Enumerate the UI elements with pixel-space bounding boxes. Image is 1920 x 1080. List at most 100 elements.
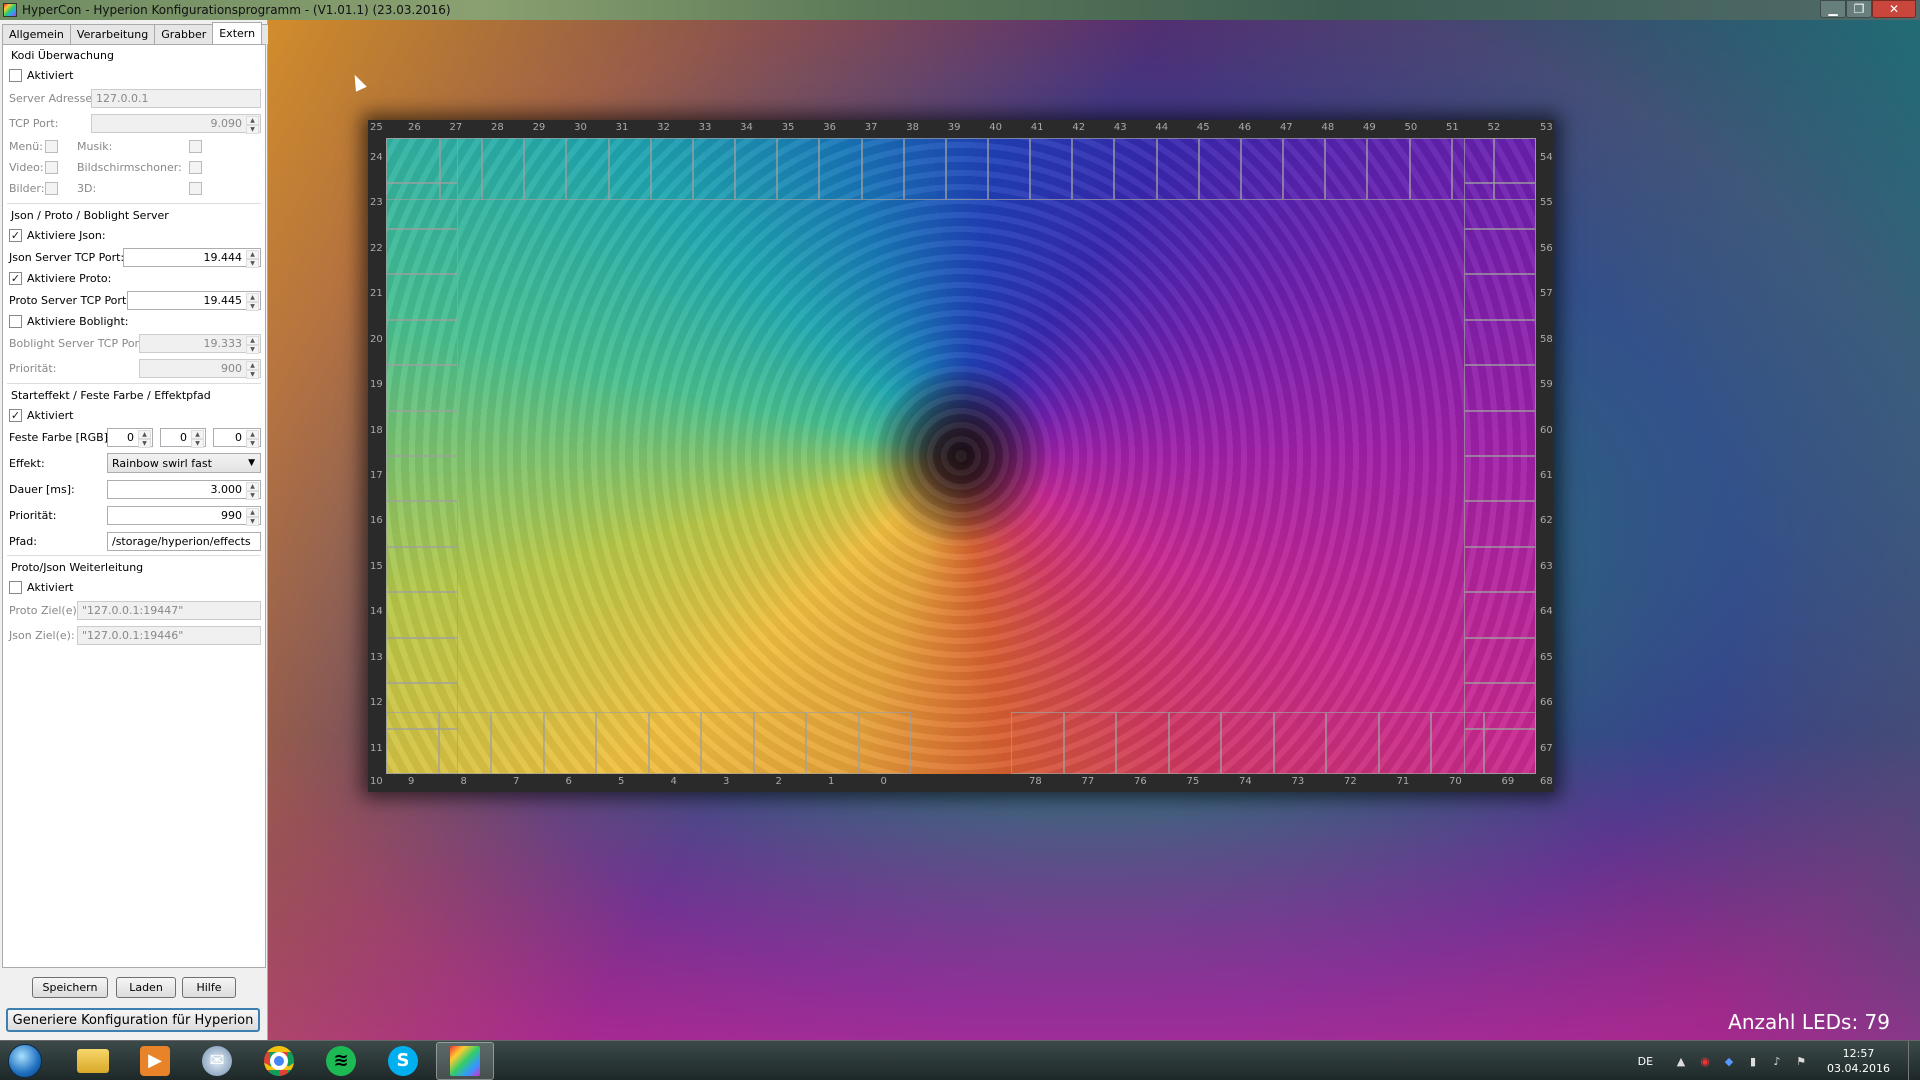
clock[interactable]: 12:57 03.04.2016 [1827,1046,1890,1076]
maximize-button[interactable]: ❐ [1846,0,1872,18]
led-zone [1464,365,1536,411]
minimize-button[interactable]: ▁ [1820,0,1846,18]
tab-allgemein[interactable]: Allgemein [2,24,71,44]
load-button[interactable]: Laden [116,977,176,998]
proto-port-input[interactable]: 19.445 ▲ ▼ [127,291,261,311]
duration-spinner[interactable]: ▲ ▼ [246,482,259,500]
json-port-input[interactable]: 19.444 ▲ ▼ [123,248,261,268]
volume-icon[interactable]: ♪ [1769,1053,1785,1069]
show-hidden-icons-icon[interactable]: ▲ [1673,1053,1689,1069]
color-g-input[interactable]: 0 ▲ ▼ [160,428,206,448]
forward-enabled-checkbox[interactable] [9,580,22,594]
led-corner-label: 10 [370,776,383,787]
kodi-port-input[interactable]: 9.090 ▲ ▼ [91,114,261,134]
json-target-input[interactable]: "127.0.0.1:19446" [77,626,261,645]
kodi-server-input[interactable]: 127.0.0.1 [91,89,261,108]
generate-config-button[interactable]: Generiere Konfiguration für Hyperion [6,1008,260,1032]
led-number-label: 48 [1321,122,1335,133]
json-enable-label: Aktiviere Json: [27,228,106,242]
proto-enable-checkbox[interactable]: ✓ [9,271,22,285]
led-zone [701,712,754,774]
led-zone [1464,592,1536,638]
boblight-priority-spinner[interactable]: ▲ ▼ [246,361,259,379]
path-input[interactable]: /storage/hyperion/effects [107,532,261,551]
led-number-label: 69 [1501,776,1515,787]
help-button[interactable]: Hilfe [182,977,236,998]
json-target-label: Json Ziel(e): [9,628,75,642]
led-corner-label: 53 [1540,122,1553,133]
network-icon[interactable]: ▮ [1745,1053,1761,1069]
json-enable-checkbox[interactable]: ✓ [9,228,22,242]
explorer-taskbar-button[interactable] [64,1042,122,1080]
language-indicator[interactable]: DE [1638,1055,1653,1068]
duration-input[interactable]: 3.000 ▲ ▼ [107,480,261,500]
chrome-taskbar-button[interactable] [250,1042,308,1080]
led-number-label: 31 [615,122,629,133]
color-g-spinner[interactable]: ▲ ▼ [191,430,204,448]
led-number-label: 21 [370,288,383,300]
media-player-taskbar-button[interactable]: ▶ [126,1042,184,1080]
kodi-video-checkbox[interactable] [45,160,58,174]
led-number-label: 71 [1396,776,1410,787]
antivirus-icon[interactable]: ◉ [1697,1053,1713,1069]
extern-tab-page: Kodi Überwachung Aktiviert Server Adress… [2,44,266,968]
effect-priority-input[interactable]: 990 ▲ ▼ [107,506,261,526]
led-zone [1168,712,1221,774]
proto-port-label: Proto Server TCP Port: [9,293,130,307]
effect-select[interactable]: Rainbow swirl fast ▼ [107,453,261,473]
led-zone [1221,712,1274,774]
json-port-spinner[interactable]: ▲ ▼ [246,250,259,268]
color-b-input[interactable]: 0 ▲ ▼ [213,428,261,448]
boblight-port-input[interactable]: 19.333 ▲ ▼ [139,334,261,354]
kodi-music-checkbox[interactable] [189,139,202,153]
led-zone [753,712,806,774]
led-zone [386,138,458,184]
start-button[interactable] [0,1041,50,1080]
tab-grabber[interactable]: Grabber [154,24,214,44]
color-g-value: 0 [180,431,187,444]
kodi-port-spinner[interactable]: ▲ ▼ [246,116,259,134]
tab-verarbeitung[interactable]: Verarbeitung [69,24,156,44]
led-zone [1156,138,1199,200]
hypercon-taskbar-button[interactable] [436,1041,494,1080]
json-port-label: Json Server TCP Port: [9,250,125,264]
led-preview-area: 26 27 28 29 30 31 32 33 34 35 36 37 38 39 40 41 42 43 44 45… [268,20,1920,1040]
show-desktop-button[interactable] [1908,1041,1920,1080]
kodi-pictures-checkbox[interactable] [45,181,58,195]
proto-target-label: Proto Ziel(e): [9,603,81,617]
led-zone [543,712,596,774]
boblight-port-spinner[interactable]: ▲ ▼ [246,336,259,354]
led-number-label: 29 [532,122,546,133]
media-player-icon: ▶ [140,1045,170,1076]
tab-extern[interactable]: Extern [212,22,263,44]
close-button[interactable]: ✕ [1872,0,1916,18]
title-bar: HyperCon - Hyperion Konfigurationsprogra… [0,0,1920,20]
led-number-label: 72 [1344,776,1357,787]
kodi-menu-label: Menü: [9,139,43,153]
save-button[interactable]: Speichern [32,977,108,998]
mail-taskbar-button[interactable]: ✉ [188,1042,246,1080]
spotify-taskbar-button[interactable]: ≋ [312,1042,370,1080]
led-zone [1464,456,1536,502]
color-r-spinner[interactable]: ▲ ▼ [138,430,151,448]
dropbox-icon[interactable]: ◆ [1721,1053,1737,1069]
proto-target-input[interactable]: "127.0.0.1:19447" [77,601,261,620]
led-number-label: 13 [370,651,383,663]
effect-enabled-checkbox[interactable]: ✓ [9,408,22,422]
proto-port-spinner[interactable]: ▲ ▼ [246,293,259,311]
kodi-enabled-checkbox[interactable] [9,68,22,82]
color-r-input[interactable]: 0 ▲ ▼ [107,428,153,448]
kodi-screensaver-checkbox[interactable] [189,160,202,174]
led-zone [1116,712,1169,774]
kodi-menu-checkbox[interactable] [45,139,58,153]
led-zone [386,546,458,593]
color-b-spinner[interactable]: ▲ ▼ [246,430,259,448]
effect-priority-spinner[interactable]: ▲ ▼ [246,508,259,526]
boblight-priority-input[interactable]: 900 ▲ ▼ [139,359,261,379]
boblight-enable-checkbox[interactable] [9,314,22,328]
skype-taskbar-button[interactable]: S [374,1042,432,1080]
effect-label: Effekt: [9,456,45,470]
action-center-flag-icon[interactable]: ⚑ [1793,1053,1809,1069]
led-number-label: 74 [1239,776,1252,787]
kodi-3d-checkbox[interactable] [189,181,202,195]
